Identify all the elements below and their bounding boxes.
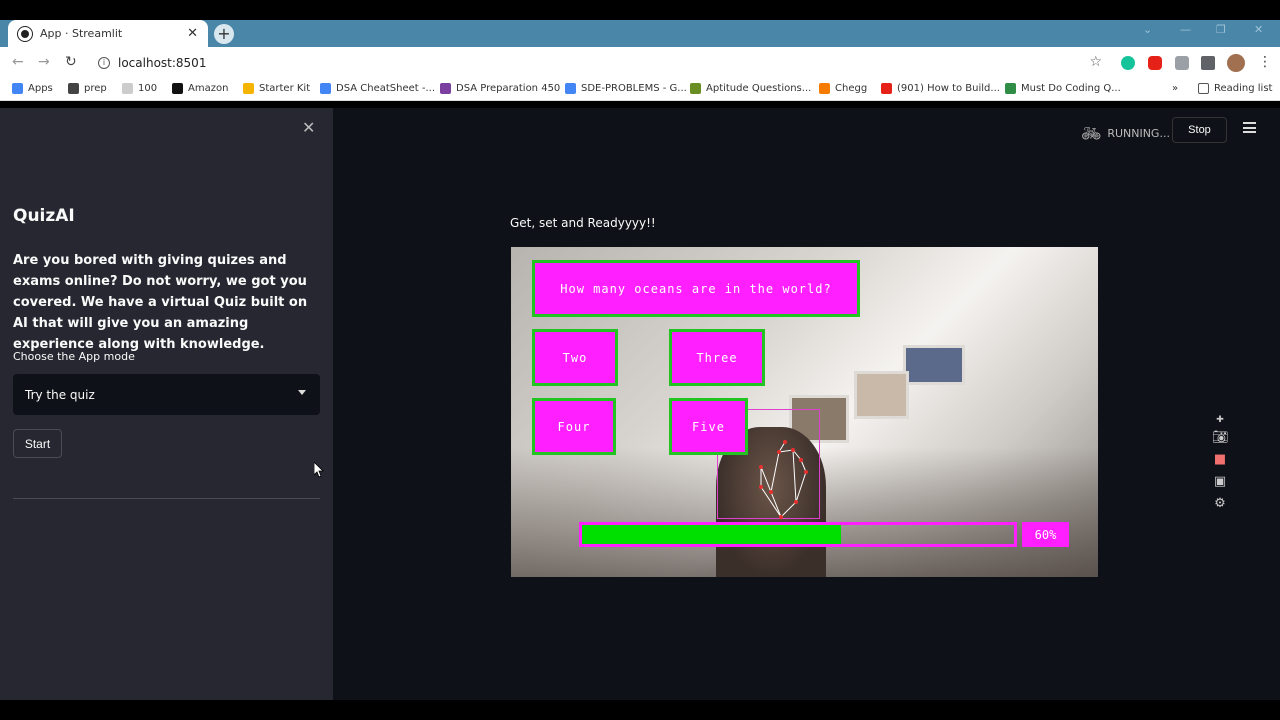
bookmark-100[interactable]: 100 <box>122 83 157 94</box>
bookmarks-bar: Apps prep 100 Amazon Starter Kit DSA Che… <box>0 79 1280 101</box>
app-mode-value: Try the quiz <box>25 387 95 402</box>
apps-grid-icon <box>12 83 23 94</box>
quiz-option-2[interactable]: Three <box>669 329 765 386</box>
quiz-option-4[interactable]: Five <box>669 398 748 455</box>
quiz-option-1[interactable]: Two <box>532 329 618 386</box>
browser-tab-bar: App · Streamlit ✕ + ⌄ — ❐ ✕ <box>0 20 1280 47</box>
bookmark-amazon[interactable]: Amazon <box>172 83 228 94</box>
app-title: QuizAI <box>13 206 75 226</box>
video-toolbar: ✚ 📷︎ ■ ▣ ⚙ <box>1210 416 1230 512</box>
app-mode-select[interactable]: Try the quiz <box>13 374 320 415</box>
mouse-cursor-icon <box>314 462 324 478</box>
stop-button[interactable]: Stop <box>1172 117 1227 143</box>
bookmark-star-icon[interactable]: ☆ <box>1089 54 1102 70</box>
chegg-icon <box>819 83 830 94</box>
starter-kit-icon <box>243 83 254 94</box>
tab-close-icon[interactable]: ✕ <box>187 26 198 41</box>
screen: App · Streamlit ✕ + ⌄ — ❐ ✕ ← → ↻ i loca… <box>0 0 1280 720</box>
prep-icon <box>68 83 79 94</box>
reload-icon[interactable]: ↻ <box>65 54 77 70</box>
site-info-icon[interactable]: i <box>98 57 110 69</box>
tab-title: App · Streamlit <box>40 27 123 40</box>
youtube-icon <box>881 83 892 94</box>
bookmark-must-do[interactable]: Must Do Coding Q... <box>1005 83 1121 94</box>
wall-photo-frame <box>854 371 909 419</box>
google-docs-icon <box>320 83 331 94</box>
hamburger-menu-icon[interactable] <box>1243 122 1256 133</box>
browser-tab[interactable]: App · Streamlit ✕ <box>8 20 208 47</box>
forward-icon[interactable]: → <box>38 54 50 70</box>
bookmark-prep[interactable]: prep <box>68 83 107 94</box>
bookmark-aptitude[interactable]: Aptitude Questions... <box>690 83 811 94</box>
reading-list[interactable]: Reading list <box>1198 83 1272 94</box>
amazon-icon <box>172 83 183 94</box>
youtube-extension-icon[interactable] <box>1148 56 1162 70</box>
gallery-icon[interactable]: ▣ <box>1212 474 1228 490</box>
bookmark-chegg[interactable]: Chegg <box>819 83 867 94</box>
sidebar-divider <box>13 498 320 499</box>
minimize-icon[interactable]: — <box>1180 23 1191 36</box>
webcam-feed: How many oceans are in the world? Two Th… <box>511 247 1098 577</box>
main-area: 🚲︎ RUNNING... Stop Get, set and Readyyyy… <box>333 108 1280 700</box>
back-icon[interactable]: ← <box>12 54 24 70</box>
extension-icon[interactable] <box>1175 56 1189 70</box>
aptitude-icon <box>690 83 701 94</box>
quiz-option-3[interactable]: Four <box>532 398 616 455</box>
bicycle-icon: 🚲︎ <box>1081 124 1102 143</box>
quiz-progress-label: 60% <box>1022 522 1069 547</box>
bookmark-sde-problems[interactable]: SDE-PROBLEMS - G... <box>565 83 687 94</box>
browser-toolbar: ← → ↻ i localhost:8501 ☆ ⋮ <box>0 47 1280 79</box>
app-description: Are you bored with giving quizes and exa… <box>13 253 308 352</box>
video-record-icon[interactable]: ■ <box>1212 452 1228 468</box>
mode-label: Choose the App mode <box>13 350 135 363</box>
100-icon <box>122 83 133 94</box>
dsa-preparation-icon <box>440 83 451 94</box>
sidebar-close-icon[interactable]: ✕ <box>302 118 315 137</box>
grammarly-extension-icon[interactable] <box>1121 56 1135 70</box>
camera-icon[interactable]: 📷︎ <box>1212 430 1229 446</box>
maximize-icon[interactable]: ❐ <box>1216 23 1226 36</box>
running-status: 🚲︎ RUNNING... <box>1081 124 1170 143</box>
quiz-progress-fill <box>582 525 842 544</box>
reading-list-icon <box>1198 83 1209 94</box>
bookmark-starter-kit[interactable]: Starter Kit <box>243 83 310 94</box>
bookmark-dsa-cheatsheet[interactable]: DSA CheatSheet -... <box>320 83 435 94</box>
bookmark-dsa-preparation[interactable]: DSA Preparation 450 <box>440 83 560 94</box>
bookmark-youtube[interactable]: (901) How to Build... <box>881 83 1000 94</box>
address-bar[interactable]: i localhost:8501 ☆ <box>90 51 1110 75</box>
bookmark-apps[interactable]: Apps <box>12 83 53 94</box>
quiz-progress-bar <box>579 522 1017 547</box>
url-text: localhost:8501 <box>118 56 207 70</box>
wall-photo-frame <box>903 345 965 385</box>
google-docs-icon <box>565 83 576 94</box>
geeksforgeeks-icon <box>1005 83 1016 94</box>
new-tab-button[interactable]: + <box>214 24 234 44</box>
window-close-icon[interactable]: ✕ <box>1254 23 1263 36</box>
start-button[interactable]: Start <box>13 429 62 458</box>
bookmarks-overflow[interactable]: » <box>1172 83 1178 94</box>
puzzle-extensions-icon[interactable] <box>1201 56 1215 70</box>
hand-landmarks-icon <box>759 440 808 519</box>
chrome-menu-icon[interactable]: ⋮ <box>1258 54 1272 70</box>
plus-icon[interactable]: ✚ <box>1212 416 1228 425</box>
quiz-question-box: How many oceans are in the world? <box>532 260 860 317</box>
sidebar: ✕ QuizAI Are you bored with giving quize… <box>0 108 333 700</box>
profile-avatar[interactable] <box>1227 54 1245 72</box>
streamlit-favicon-icon <box>18 26 32 41</box>
gear-icon[interactable]: ⚙ <box>1212 496 1228 512</box>
chevron-down-icon <box>298 390 306 395</box>
main-caption: Get, set and Readyyyy!! <box>510 216 656 230</box>
tab-search-icon[interactable]: ⌄ <box>1143 23 1152 36</box>
